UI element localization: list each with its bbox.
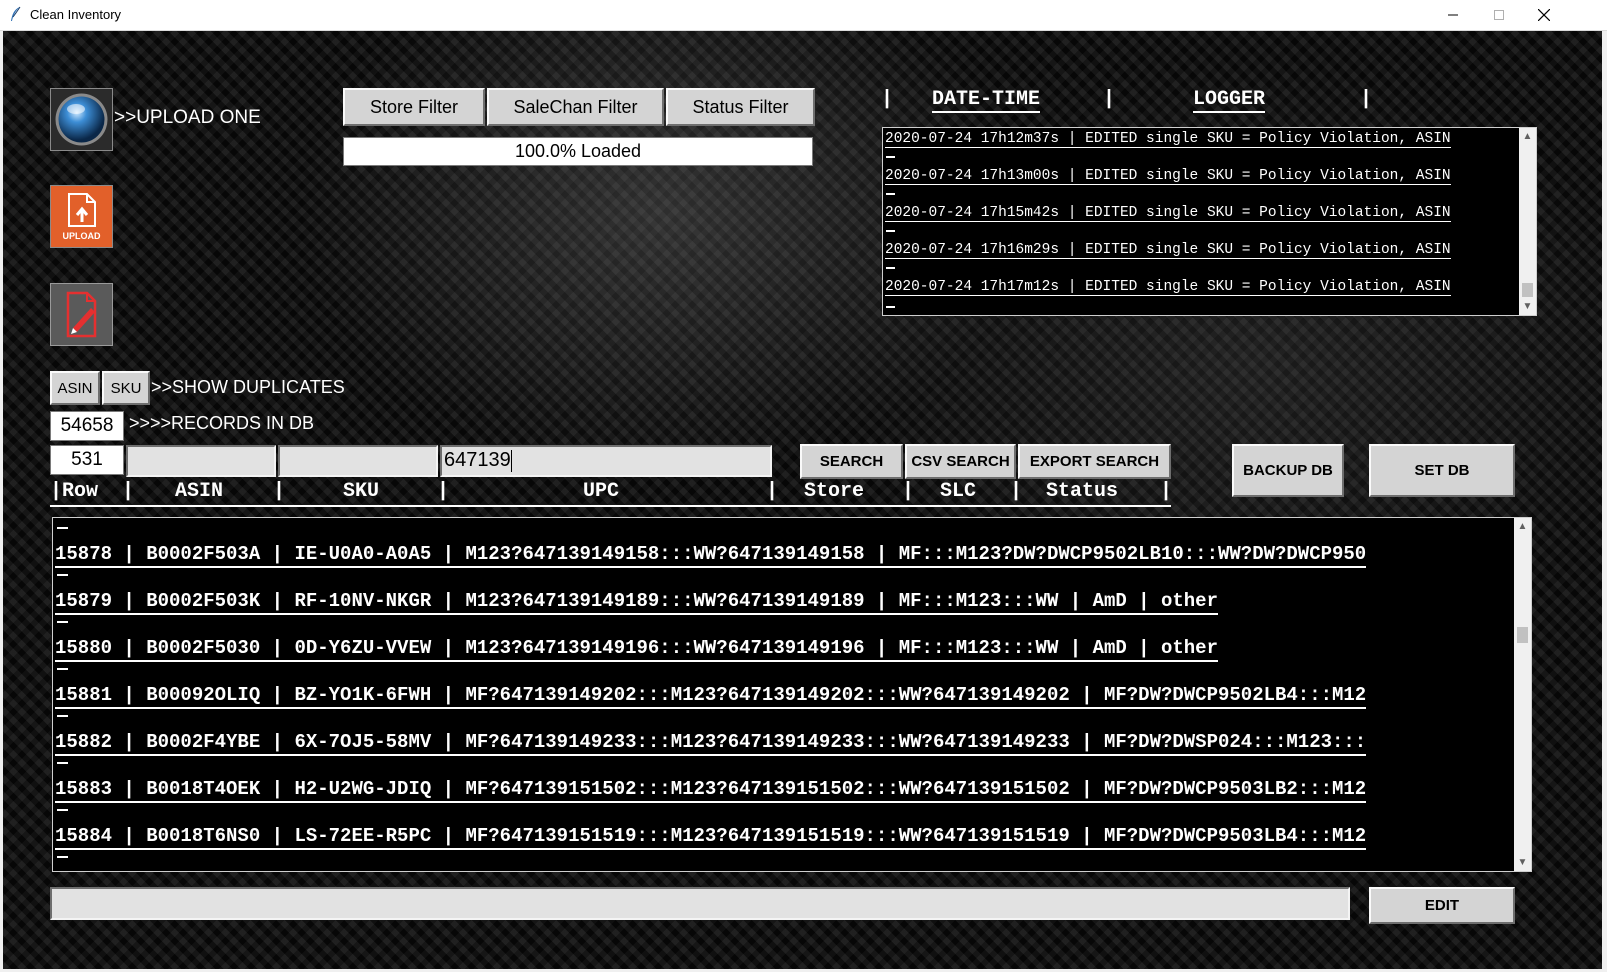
col-row-header: |Row: [50, 480, 99, 503]
line-marker: [57, 809, 68, 811]
logger-scrollbar[interactable]: ▲ ▼: [1519, 128, 1536, 315]
col-asin-header: ASIN: [175, 480, 224, 503]
edit-input[interactable]: [50, 887, 1350, 920]
upload-icon-text: UPLOAD: [62, 231, 101, 241]
scroll-up-icon[interactable]: ▲: [1514, 518, 1531, 535]
log-line: 2020-07-24 17h13m00s | EDITED single SKU…: [885, 168, 1451, 185]
line-marker: [886, 156, 895, 158]
scroll-down-icon[interactable]: ▼: [1519, 298, 1536, 315]
line-marker: [886, 306, 895, 308]
edit-file-icon: [66, 291, 97, 338]
col-sep: |: [122, 480, 135, 503]
csv-search-button[interactable]: CSV SEARCH: [905, 444, 1016, 479]
col-slc-header: SLC: [940, 480, 977, 503]
column-header-row: |Row | ASIN | SKU | UPC | Store | SLC | …: [50, 480, 1173, 507]
col-sep: |: [766, 480, 779, 503]
main-window: >>UPLOAD ONE UPLOAD Store Filter SaleCha…: [3, 31, 1602, 969]
line-marker: [57, 668, 68, 670]
col-upc-header: UPC: [583, 480, 620, 503]
text-cursor: [510, 449, 512, 472]
search-button[interactable]: SEARCH: [800, 444, 903, 479]
scroll-down-icon[interactable]: ▼: [1514, 854, 1531, 871]
asin-duplicates-button[interactable]: ASIN: [50, 371, 100, 405]
records-in-db-label: >>>>RECORDS IN DB: [129, 413, 315, 433]
record-line: 15878 | B0002F503A | IE-U0A0-A0A5 | M123…: [55, 542, 1367, 568]
logger-header-logger: LOGGER: [1193, 88, 1266, 113]
export-search-button[interactable]: EXPORT SEARCH: [1018, 444, 1171, 479]
upload-one-label: >>UPLOAD ONE: [114, 107, 261, 128]
upload-button[interactable]: UPLOAD: [50, 185, 113, 248]
record-line: 15880 | B0002F5030 | 0D-Y6ZU-VVEW | M123…: [55, 636, 1218, 662]
line-marker: [57, 762, 68, 764]
asin-input[interactable]: [126, 445, 276, 477]
show-duplicates-label: >>SHOW DUPLICATES: [151, 377, 345, 397]
maximize-button[interactable]: [1476, 0, 1522, 30]
salechan-filter-button[interactable]: SaleChan Filter: [487, 88, 664, 126]
set-db-button[interactable]: SET DB: [1369, 444, 1515, 497]
globe-icon: [55, 93, 108, 146]
status-filter-button[interactable]: Status Filter: [666, 88, 815, 126]
load-progress-bar: 100.0% Loaded: [343, 137, 813, 166]
logger-textbox[interactable]: 2020-07-24 17h12m37s | EDITED single SKU…: [882, 127, 1537, 316]
line-marker: [886, 193, 895, 195]
sku-input[interactable]: [278, 445, 438, 477]
title-bar: Clean Inventory: [0, 0, 1607, 31]
records-textbox[interactable]: 15878 | B0002F503A | IE-U0A0-A0A5 | M123…: [52, 517, 1532, 872]
logger-header-bar-right: |: [1360, 88, 1373, 111]
records-scroll-thumb[interactable]: [1517, 627, 1528, 643]
col-sep: |: [437, 480, 450, 503]
record-line: 15883 | B0018T4OEK | H2-U2WG-JDIQ | MF?6…: [55, 777, 1367, 803]
line-marker: [57, 621, 68, 623]
scroll-up-icon[interactable]: ▲: [1519, 128, 1536, 145]
minimize-button[interactable]: [1430, 0, 1476, 30]
edit-button[interactable]: EDIT: [1369, 887, 1515, 924]
col-sep: |: [902, 480, 915, 503]
line-marker: [886, 267, 895, 269]
edit-file-button[interactable]: [50, 283, 113, 346]
record-line: 15879 | B0002F503K | RF-10NV-NKGR | M123…: [55, 589, 1218, 615]
upc-input-value: 647139: [444, 449, 511, 471]
load-progress-text: 100.0% Loaded: [514, 141, 642, 161]
close-button[interactable]: [1521, 0, 1567, 30]
col-status-header: Status: [1046, 480, 1119, 503]
col-store-header: Store: [804, 480, 865, 503]
record-line: 15882 | B0002F4YBE | 6X-7OJ5-58MV | MF?6…: [55, 730, 1367, 756]
upload-one-button[interactable]: [50, 88, 113, 151]
minimize-icon: [1448, 14, 1458, 16]
records-count: 54658: [50, 411, 124, 441]
log-line: 2020-07-24 17h17m12s | EDITED single SKU…: [885, 279, 1451, 296]
close-icon: [1538, 9, 1550, 21]
col-sep: |: [1160, 480, 1173, 503]
store-filter-button[interactable]: Store Filter: [343, 88, 485, 126]
logger-header-bar-left: |: [881, 88, 894, 111]
line-marker: [57, 574, 68, 576]
feather-icon: [11, 6, 21, 21]
line-marker: [57, 527, 68, 529]
logger-scroll-thumb[interactable]: [1522, 283, 1533, 297]
records-scrollbar[interactable]: ▲ ▼: [1514, 518, 1531, 871]
col-sep: |: [273, 480, 286, 503]
logger-header-datetime: DATE-TIME: [932, 88, 1041, 113]
log-line: 2020-07-24 17h12m37s | EDITED single SKU…: [885, 131, 1451, 148]
window-title: Clean Inventory: [30, 7, 122, 22]
record-line: 15884 | B0018T6NS0 | LS-72EE-R5PC | MF?6…: [55, 824, 1367, 850]
col-sku-header: SKU: [343, 480, 380, 503]
col-sep: |: [1010, 480, 1023, 503]
log-line: 2020-07-24 17h15m42s | EDITED single SKU…: [885, 205, 1451, 222]
sku-duplicates-button[interactable]: SKU: [102, 371, 150, 405]
maximize-icon: [1494, 10, 1504, 20]
upc-input[interactable]: 647139: [440, 445, 772, 477]
row-input[interactable]: 531: [50, 445, 124, 475]
line-marker: [886, 230, 895, 232]
line-marker: [57, 856, 68, 858]
backup-db-button[interactable]: BACKUP DB: [1232, 444, 1344, 497]
record-line: 15881 | B00092OLIQ | BZ-YO1K-6FWH | MF?6…: [55, 683, 1367, 709]
logger-header-bar-mid: |: [1103, 88, 1116, 111]
log-line: 2020-07-24 17h16m29s | EDITED single SKU…: [885, 242, 1451, 259]
line-marker: [57, 715, 68, 717]
